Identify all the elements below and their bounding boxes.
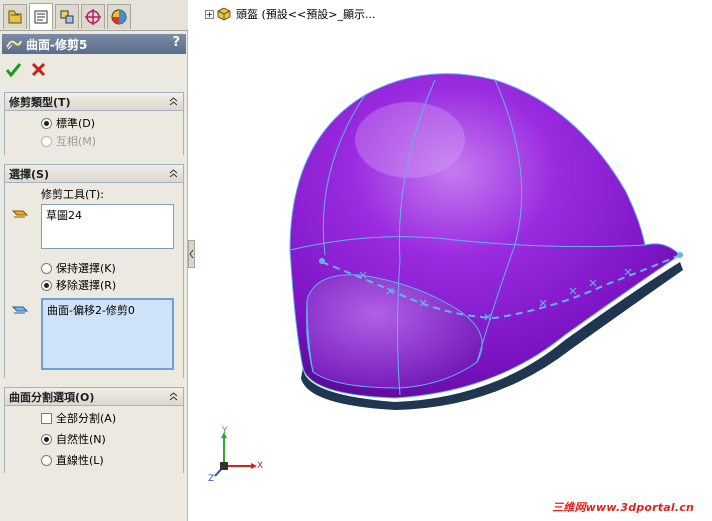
selection-header[interactable]: 選擇(S) xyxy=(5,165,183,183)
trim-tool-label: 修剪工具(T): xyxy=(41,188,105,201)
helmet-model[interactable] xyxy=(195,0,712,521)
radio-dot xyxy=(41,117,52,129)
radio-dot xyxy=(41,135,52,147)
collapse-chevron-icon[interactable] xyxy=(168,96,179,107)
trim-type-header-label: 修剪類型(T) xyxy=(9,95,71,109)
radio-dot xyxy=(41,262,52,274)
standard-radio[interactable]: 標準(D) xyxy=(41,115,95,131)
split-options-group: 曲面分割選項(O) 全部分割(A) 自然性(N) 直線性(L) xyxy=(4,387,184,473)
checkbox-box xyxy=(41,412,52,424)
z-axis-label: Z xyxy=(208,474,215,484)
tree-expander[interactable]: + xyxy=(205,9,214,19)
split-options-header[interactable]: 曲面分割選項(O) xyxy=(5,388,183,406)
radio-dot xyxy=(41,454,52,466)
natural-radio[interactable]: 自然性(N) xyxy=(41,431,106,447)
panel-splitter[interactable] xyxy=(188,240,195,268)
cancel-x-icon[interactable] xyxy=(31,62,46,77)
manager-tabs xyxy=(0,0,188,31)
display-manager-icon xyxy=(111,9,127,25)
help-button[interactable]: ? xyxy=(172,35,180,50)
surface-item[interactable]: 曲面-偏移2-修剪0 xyxy=(47,304,135,317)
dimxpert-tab[interactable] xyxy=(81,4,105,29)
display-manager-tab[interactable] xyxy=(107,4,131,29)
configuration-manager-tab[interactable] xyxy=(55,4,79,29)
property-manager-icon xyxy=(34,10,48,24)
linear-label: 直線性(L) xyxy=(56,454,104,467)
trim-type-header[interactable]: 修剪類型(T) xyxy=(5,93,183,111)
split-options-header-label: 曲面分割選項(O) xyxy=(9,390,95,404)
sketch-pick-icon xyxy=(11,210,29,218)
keep-selection-label: 保持選擇(K) xyxy=(56,262,116,275)
trim-tool-item[interactable]: 草圖24 xyxy=(46,209,82,222)
feature-manager-icon xyxy=(8,10,22,24)
x-axis-label: X xyxy=(257,461,264,471)
watermark: 三维网www.3dportal.cn xyxy=(552,501,694,514)
trim-surface-icon xyxy=(6,40,22,50)
configuration-manager-icon xyxy=(60,10,74,24)
property-manager-tab[interactable] xyxy=(29,3,53,30)
y-axis-label: Y xyxy=(222,426,228,436)
natural-label: 自然性(N) xyxy=(56,433,106,446)
collapse-chevron-icon[interactable] xyxy=(168,391,179,402)
radio-dot xyxy=(41,433,52,445)
feature-manager-tab[interactable] xyxy=(3,4,27,29)
flyout-feature-tree[interactable]: + 頭盔 (預設<<預設>_顯示... xyxy=(205,6,375,22)
surface-pick-icon xyxy=(11,306,29,314)
feature-title: 曲面-修剪5 xyxy=(26,37,88,52)
axis-triad xyxy=(214,432,257,477)
chevron-left-icon xyxy=(189,249,194,259)
mutual-radio[interactable]: 互相(M) xyxy=(41,133,96,149)
feature-title-bar: 曲面-修剪5 ? xyxy=(2,34,186,54)
trim-tool-listbox[interactable]: 草圖24 xyxy=(41,204,174,249)
graphics-area[interactable]: Y X Z xyxy=(195,0,712,521)
selection-group: 選擇(S) 修剪工具(T): 草圖24 保持選擇(K) 移除選擇(R) 曲面-偏… xyxy=(4,164,184,378)
keep-selection-radio[interactable]: 保持選擇(K) xyxy=(41,260,116,276)
split-all-checkbox[interactable]: 全部分割(A) xyxy=(41,410,116,426)
trim-type-group: 修剪類型(T) 標準(D) 互相(M) xyxy=(4,92,184,155)
radio-dot xyxy=(41,279,52,291)
property-manager: 曲面-修剪5 ? 修剪類型(T) 標準(D) 互相(M) 選擇(S) 修剪工具( xyxy=(0,0,188,521)
selection-header-label: 選擇(S) xyxy=(9,167,49,181)
linear-radio[interactable]: 直線性(L) xyxy=(41,452,104,468)
surface-listbox[interactable]: 曲面-偏移2-修剪0 xyxy=(41,298,174,370)
standard-label: 標準(D) xyxy=(56,117,96,130)
split-all-label: 全部分割(A) xyxy=(56,412,117,425)
remove-selection-radio[interactable]: 移除選擇(R) xyxy=(41,277,116,293)
dimxpert-icon xyxy=(85,9,101,25)
remove-selection-label: 移除選擇(R) xyxy=(56,279,117,292)
tree-root-label[interactable]: 頭盔 (預設<<預設>_顯示... xyxy=(236,6,375,22)
part-icon xyxy=(217,7,231,21)
mutual-label: 互相(M) xyxy=(56,135,97,148)
ok-checkmark-icon[interactable] xyxy=(5,62,22,78)
collapse-chevron-icon[interactable] xyxy=(168,168,179,179)
